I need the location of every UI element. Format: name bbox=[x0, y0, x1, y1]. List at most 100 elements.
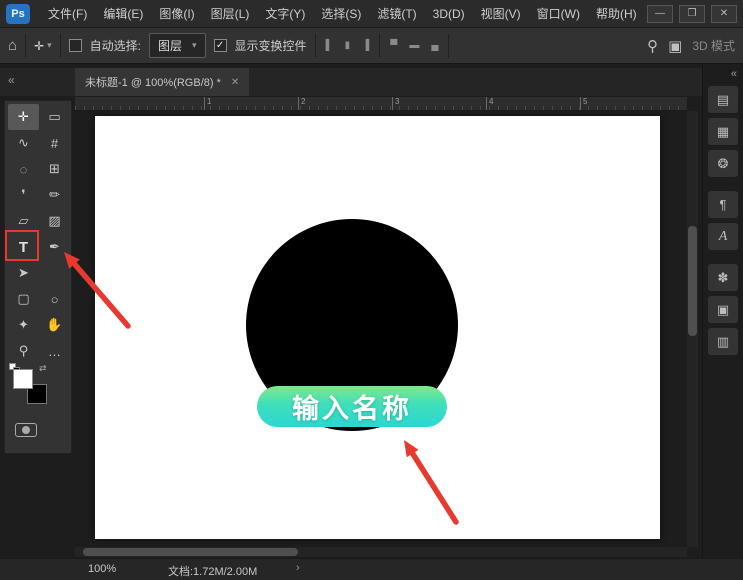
align-left-icon[interactable]: ▌ bbox=[324, 40, 335, 51]
custom-shape-tool[interactable]: ✦ bbox=[8, 312, 39, 338]
status-expand-icon[interactable]: › bbox=[296, 562, 300, 574]
name-button-label: 输入名称 bbox=[292, 387, 412, 426]
ruler-number: 2 bbox=[298, 97, 305, 110]
search-icon[interactable]: ⚲ bbox=[647, 37, 658, 55]
rectangle-tool[interactable]: ▢ bbox=[8, 286, 39, 312]
show-transform-label: 显示变换控件 bbox=[235, 37, 307, 54]
menu-3d[interactable]: 3D(D) bbox=[425, 0, 473, 28]
maximize-button[interactable]: ❐ bbox=[679, 5, 705, 23]
menu-edit[interactable]: 编辑(E) bbox=[95, 0, 151, 28]
more-tools-icon[interactable]: … bbox=[39, 338, 70, 364]
minimize-button[interactable]: — bbox=[647, 5, 673, 23]
move-tool[interactable]: ✛ bbox=[8, 104, 39, 130]
ruler-number: 3 bbox=[392, 97, 399, 110]
align-right-icon[interactable]: ▐ bbox=[360, 40, 371, 51]
menu-view[interactable]: 视图(V) bbox=[473, 0, 529, 28]
workspace-switcher-icon[interactable]: ▣ bbox=[668, 37, 682, 55]
panel-dock: « ▤ ▦ ❂ ¶ A ✽ ▣ ▥ bbox=[702, 64, 743, 558]
close-tab-icon[interactable]: ✕ bbox=[231, 77, 239, 88]
crop-tool[interactable]: # bbox=[39, 130, 70, 156]
photoshop-logo-icon: Ps bbox=[6, 4, 30, 24]
paragraph-panel-icon[interactable]: ¶ bbox=[708, 191, 738, 218]
separator bbox=[315, 34, 316, 58]
ruler-number: 1 bbox=[204, 97, 211, 110]
tools-panel: ✛ ▭ ∿ # ◌ ⊞ ❜ ✏ ▱ ▨ T ✒ ➤ ▢ ○ ✦ ✋ ⚲ … ⇄ bbox=[4, 100, 72, 454]
align-center-h-icon[interactable]: ▮ bbox=[343, 40, 353, 51]
swap-colors-icon[interactable]: ⇄ bbox=[39, 363, 47, 374]
align-top-icon[interactable]: ▀ bbox=[388, 40, 399, 51]
menu-help[interactable]: 帮助(H) bbox=[588, 0, 645, 28]
separator bbox=[25, 34, 26, 58]
zoom-level-field[interactable]: 100% bbox=[88, 563, 116, 575]
empty-slot bbox=[39, 260, 70, 286]
gradient-tool[interactable]: ▨ bbox=[39, 208, 70, 234]
ruler-number: 5 bbox=[580, 97, 587, 110]
ellipse-tool[interactable]: ○ bbox=[39, 286, 70, 312]
home-icon[interactable]: ⌂ bbox=[8, 37, 17, 54]
collapse-tools-icon[interactable]: « bbox=[8, 73, 15, 87]
menu-bar: Ps 文件(F) 编辑(E) 图像(I) 图层(L) 文字(Y) 选择(S) 滤… bbox=[0, 0, 743, 28]
history-panel-icon[interactable]: ▥ bbox=[708, 328, 738, 355]
move-tool-icon: ✛ bbox=[34, 39, 44, 53]
brush-tool[interactable]: ✏ bbox=[39, 182, 70, 208]
character-panel-icon[interactable]: A bbox=[708, 223, 738, 250]
auto-select-label: 自动选择: bbox=[90, 37, 141, 54]
options-bar: ⌂ ✛ ▾ 自动选择: 图层 ▾ ✓ 显示变换控件 ▌ ▮ ▐ ▀ ▬ ▄ ⚲ … bbox=[0, 28, 743, 64]
separator bbox=[448, 34, 449, 58]
separator bbox=[60, 34, 61, 58]
foreground-color-swatch[interactable] bbox=[13, 369, 33, 389]
color-panel-icon[interactable]: ❂ bbox=[708, 150, 738, 177]
menu-select[interactable]: 选择(S) bbox=[313, 0, 369, 28]
window-controls: — ❐ ✕ bbox=[647, 5, 737, 23]
layers-panel-icon[interactable]: ▣ bbox=[708, 296, 738, 323]
zoom-tool[interactable]: ⚲ bbox=[8, 338, 39, 364]
menu-filter[interactable]: 滤镜(T) bbox=[369, 0, 424, 28]
dropdown-value: 图层 bbox=[158, 37, 182, 54]
expand-panels-icon[interactable]: « bbox=[703, 68, 743, 80]
horizontal-scrollbar-thumb[interactable] bbox=[83, 548, 298, 556]
status-bar: 100% 文档:1.72M/2.00M › bbox=[0, 558, 743, 580]
pen-tool[interactable]: ✒ bbox=[39, 234, 70, 260]
options-right-group: ⚲ ▣ 3D 模式 bbox=[647, 37, 735, 55]
document-canvas[interactable]: 输入名称 bbox=[95, 116, 660, 539]
chevron-down-icon: ▾ bbox=[47, 40, 52, 51]
horizontal-scrollbar[interactable] bbox=[75, 547, 687, 557]
vertical-scrollbar[interactable] bbox=[687, 111, 698, 547]
photoshop-window: Ps 文件(F) 编辑(E) 图像(I) 图层(L) 文字(Y) 选择(S) 滤… bbox=[0, 0, 743, 580]
menu-type[interactable]: 文字(Y) bbox=[257, 0, 313, 28]
document-tab-label: 未标题-1 @ 100%(RGB/8) * bbox=[85, 74, 221, 90]
ruler-number: 4 bbox=[486, 97, 493, 110]
chevron-down-icon: ▾ bbox=[192, 40, 197, 51]
object-selection-tool[interactable]: ◌ bbox=[8, 156, 39, 182]
frame-tool[interactable]: ⊞ bbox=[39, 156, 70, 182]
menu-window[interactable]: 窗口(W) bbox=[529, 0, 588, 28]
show-transform-checkbox[interactable]: ✓ bbox=[214, 39, 227, 52]
glyphs-panel-icon[interactable]: ✽ bbox=[708, 264, 738, 291]
name-input-button-graphic: 输入名称 bbox=[257, 386, 447, 427]
separator bbox=[379, 34, 380, 58]
document-tab[interactable]: 未标题-1 @ 100%(RGB/8) * ✕ bbox=[75, 68, 249, 96]
adjustments-panel-icon[interactable]: ▤ bbox=[708, 86, 738, 113]
marquee-tool[interactable]: ▭ bbox=[39, 104, 70, 130]
libraries-panel-icon[interactable]: ▦ bbox=[708, 118, 738, 145]
menu-file[interactable]: 文件(F) bbox=[40, 0, 95, 28]
path-selection-tool[interactable]: ➤ bbox=[8, 260, 39, 286]
quick-mask-icon[interactable] bbox=[15, 423, 37, 437]
auto-select-checkbox[interactable] bbox=[69, 39, 82, 52]
workspace-mode-label[interactable]: 3D 模式 bbox=[692, 37, 735, 54]
tool-preset-picker[interactable]: ✛ ▾ bbox=[34, 39, 52, 53]
align-bottom-icon[interactable]: ▄ bbox=[429, 40, 440, 51]
align-center-v-icon[interactable]: ▬ bbox=[407, 40, 421, 51]
document-tab-bar: « 未标题-1 @ 100%(RGB/8) * ✕ bbox=[0, 68, 702, 96]
horizontal-ruler: 1 2 3 4 5 bbox=[75, 97, 687, 111]
type-tool-highlight-box bbox=[5, 230, 39, 261]
document-size-info: 文档:1.72M/2.00M bbox=[168, 563, 257, 579]
menu-image[interactable]: 图像(I) bbox=[151, 0, 202, 28]
close-button[interactable]: ✕ bbox=[711, 5, 737, 23]
menu-layer[interactable]: 图层(L) bbox=[203, 0, 258, 28]
eyedropper-tool[interactable]: ❜ bbox=[8, 182, 39, 208]
auto-select-target-dropdown[interactable]: 图层 ▾ bbox=[149, 33, 206, 58]
vertical-scrollbar-thumb[interactable] bbox=[688, 226, 697, 336]
hand-tool[interactable]: ✋ bbox=[39, 312, 70, 338]
lasso-tool[interactable]: ∿ bbox=[8, 130, 39, 156]
